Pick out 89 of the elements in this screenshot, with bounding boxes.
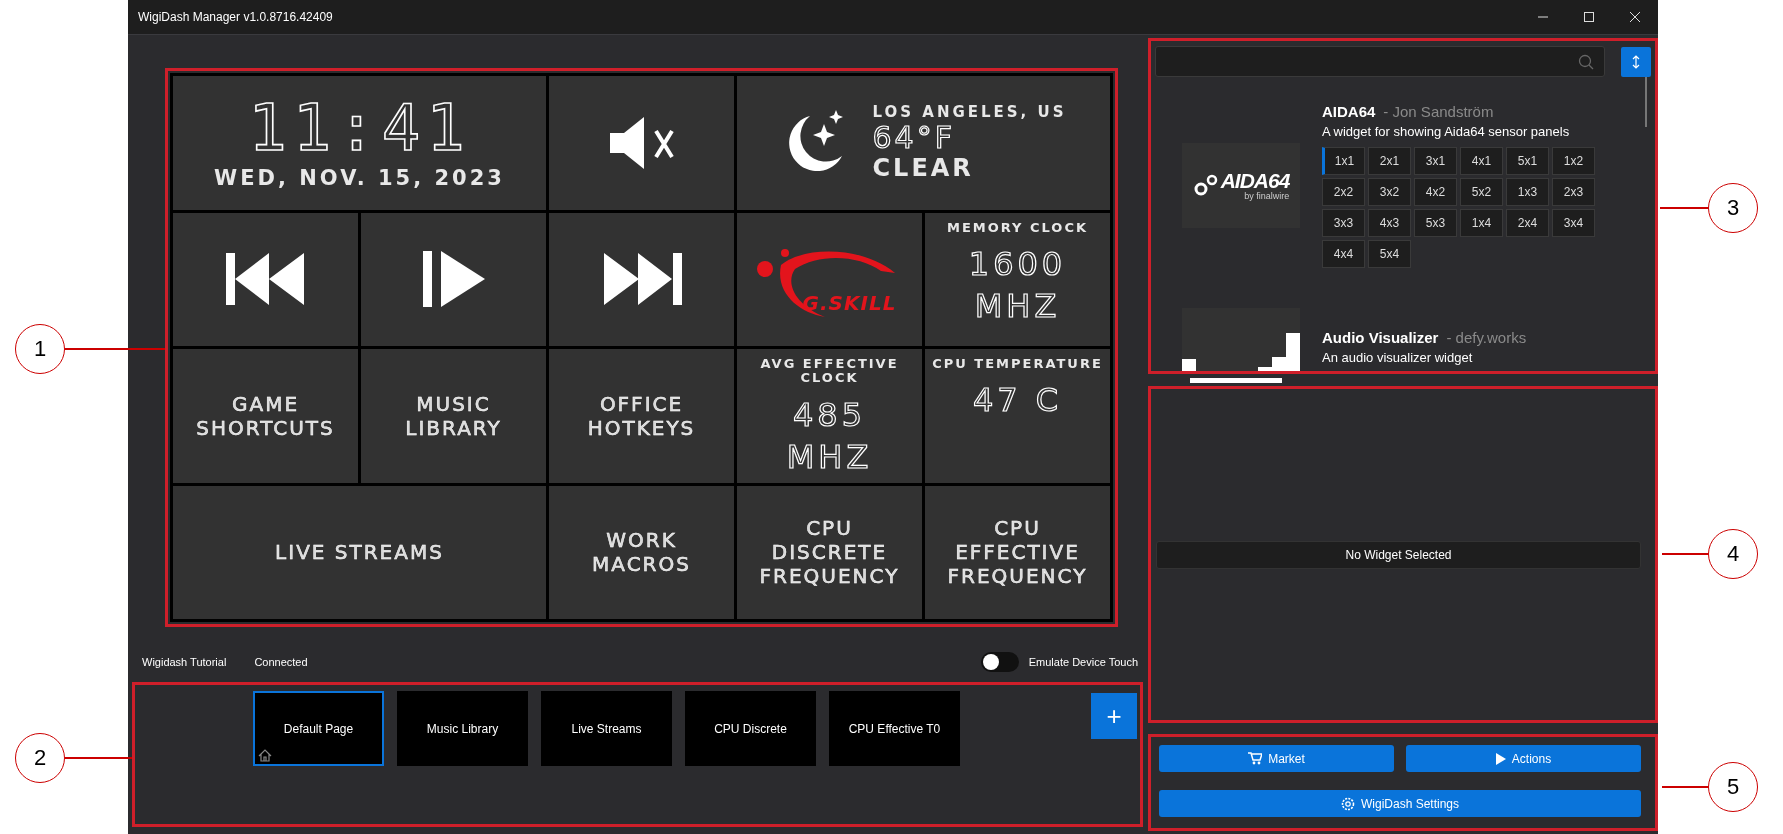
sensor-unit: MHZ [786, 438, 873, 477]
size-option[interactable]: 3x1 [1414, 147, 1457, 175]
sort-icon [1632, 54, 1640, 69]
media-button[interactable] [549, 212, 734, 346]
sensor-title: CPU TEMPERATURE [931, 357, 1104, 372]
clock-date: WED, NOV. 15, 2023 [214, 165, 505, 190]
leader-line [65, 757, 132, 759]
page-thumbnail[interactable]: Default Page [253, 691, 384, 766]
callout-number: 3 [1708, 183, 1758, 233]
size-option[interactable]: 3x2 [1368, 178, 1411, 206]
city-label: LOS ANGELES, US [872, 103, 1067, 122]
size-option[interactable]: 5x3 [1414, 209, 1457, 237]
sensor-title: MEMORY CLOCK [945, 220, 1090, 235]
page-thumbnail[interactable]: CPU Discrete [685, 691, 816, 766]
widget-author: - defy.works [1446, 328, 1527, 346]
media-button[interactable] [361, 212, 546, 346]
size-option[interactable]: 5x2 [1460, 178, 1503, 206]
size-option[interactable]: 4x1 [1460, 147, 1503, 175]
logo-text: G.SKILL [802, 291, 897, 316]
size-option[interactable]: 3x4 [1552, 209, 1595, 237]
size-option[interactable]: 5x1 [1506, 147, 1549, 175]
size-option[interactable]: 1x2 [1552, 147, 1595, 175]
size-option[interactable]: 4x2 [1414, 178, 1457, 206]
size-option[interactable]: 1x1 [1322, 147, 1365, 175]
page-thumbnail[interactable]: Live Streams [541, 691, 672, 766]
scrollbar-thumb [1645, 77, 1647, 127]
sensor-title: AVG EFFECTIVE CLOCK [759, 357, 900, 386]
close-icon [1629, 11, 1641, 23]
widget-description: A widget for showing Aida64 sensor panels [1322, 124, 1571, 139]
home-icon [258, 749, 272, 762]
logo-subtext: by finalwire [1244, 191, 1290, 201]
size-option[interactable]: 4x3 [1368, 209, 1411, 237]
widget-name: Audio Visualizer [1322, 328, 1439, 346]
leader-line [1662, 786, 1709, 788]
widget-author: - Jon Sandström [1383, 103, 1494, 120]
splitter-handle[interactable] [1190, 377, 1282, 383]
callout-number: 2 [15, 733, 65, 783]
sort-button[interactable] [1621, 46, 1651, 77]
logo-text: AIDA64 [1220, 170, 1290, 191]
size-option[interactable]: 4x4 [1322, 240, 1365, 268]
widget-description: An audio visualizer widget [1322, 349, 1474, 365]
leader-line [1662, 553, 1709, 555]
shortcut-tile[interactable]: WORK MACROS [549, 485, 734, 619]
callout-number: 5 [1708, 762, 1758, 812]
window-title: WigiDash Manager v1.0.8716.42409 [137, 10, 334, 24]
size-option[interactable]: 3x3 [1322, 209, 1365, 237]
shortcut-tile[interactable]: GAME SHORTCUTS [173, 349, 358, 483]
callout-number: 4 [1708, 529, 1758, 579]
size-option[interactable]: 1x3 [1506, 178, 1549, 206]
size-option[interactable]: 5x4 [1368, 240, 1411, 268]
search-field[interactable] [1155, 46, 1605, 77]
size-option[interactable]: 2x1 [1368, 147, 1411, 175]
toggle-label: Emulate Device Touch [1028, 656, 1138, 668]
toggle-switch[interactable] [980, 652, 1019, 672]
size-option[interactable]: 1x4 [1460, 209, 1503, 237]
action-button[interactable]: WigiDash Settings [1159, 790, 1641, 817]
status-message: No Widget Selected [1156, 540, 1641, 569]
sensor-value: 485 [792, 395, 867, 434]
callout-number: 1 [15, 324, 65, 374]
shortcut-tile[interactable]: LIVE STREAMS [173, 485, 546, 619]
size-option[interactable]: 2x3 [1552, 178, 1595, 206]
action-button[interactable]: Actions [1406, 745, 1641, 772]
mute-button[interactable] [549, 76, 734, 210]
shortcut-tile[interactable]: CPU EFFECTIVE FREQUENCY [925, 485, 1110, 619]
size-option[interactable]: 2x2 [1322, 178, 1365, 206]
page-thumbnail[interactable]: CPU Effective T0 [829, 691, 960, 766]
sensor-unit: MHZ [974, 287, 1061, 326]
status-text: Wigidash Tutorial [142, 656, 227, 668]
add-page-button[interactable]: + [1091, 693, 1137, 739]
shortcut-tile[interactable]: OFFICE HOTKEYS [549, 349, 734, 483]
weather-condition: CLEAR [872, 154, 974, 183]
maximize-icon [1583, 11, 1595, 23]
status-text: Connected [254, 656, 308, 668]
widget-name: AIDA64 [1322, 103, 1376, 120]
shortcut-tile[interactable]: CPU DISCRETE FREQUENCY [737, 485, 922, 619]
cart-icon [1248, 752, 1263, 765]
page-thumbnail[interactable]: Music Library [397, 691, 528, 766]
play-icon [1495, 752, 1506, 765]
clock-time: 11:41 [248, 95, 471, 160]
sensor-value: 47 C [972, 381, 1063, 420]
settings-icon [1340, 796, 1355, 811]
media-button[interactable] [173, 212, 358, 346]
leader-line [1660, 207, 1709, 209]
shortcut-tile[interactable]: MUSIC LIBRARY [361, 349, 546, 483]
size-option[interactable]: 2x4 [1506, 209, 1549, 237]
action-button[interactable]: Market [1159, 745, 1394, 772]
sensor-value: 1600 [968, 244, 1067, 284]
search-icon [1578, 53, 1594, 70]
temperature: 64°F [872, 121, 955, 155]
